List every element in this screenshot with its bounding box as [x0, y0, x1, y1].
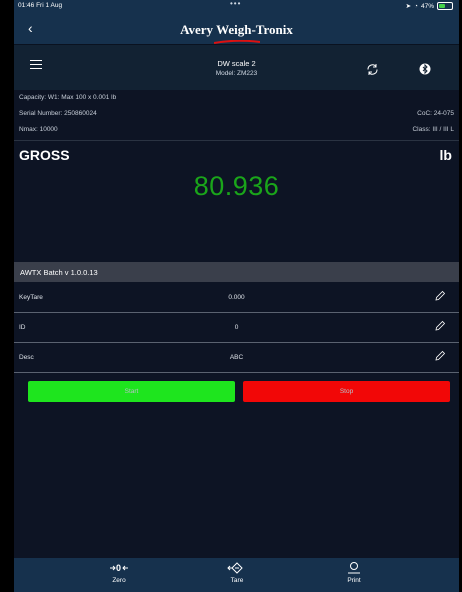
scale-name: DW scale 2 [217, 59, 256, 68]
multitask-dots[interactable]: ••• [230, 0, 241, 8]
wifi-icon: ◔ [414, 2, 418, 10]
location-icon: ➤ [405, 3, 412, 10]
stop-button[interactable]: Stop [243, 381, 450, 402]
tare-label: Tare [230, 577, 244, 584]
brand-logo: Avery Weigh-Tronix [180, 22, 293, 37]
batch-title: AWTX Batch v 1.0.0.13 [20, 268, 98, 277]
status-right: ➤ ◔ 47% [406, 2, 453, 10]
coc-text: CoC: 24-075 [417, 110, 454, 117]
capacity-text: Capacity: W1: Max 100 x 0.001 lb [19, 94, 117, 101]
scale-model: Model: ZM223 [215, 70, 258, 77]
weight-unit: lb [439, 147, 452, 163]
field-row-desc: Desc ABC [14, 343, 459, 373]
zero-label: Zero [112, 577, 126, 584]
info-row-capacity: Capacity: W1: Max 100 x 0.001 lb [14, 90, 459, 106]
status-time: 01:46 Fri 1 Aug [18, 2, 63, 9]
nmax-text: Nmax: 10000 [19, 126, 58, 133]
edit-pencil-icon[interactable] [434, 320, 446, 332]
bluetooth-icon[interactable] [419, 63, 431, 75]
edit-pencil-icon[interactable] [434, 290, 446, 302]
svg-text:0: 0 [116, 563, 121, 573]
status-bar: 01:46 Fri 1 Aug ••• ➤ ◔ 47% [14, 0, 459, 18]
field-row-keytare: KeyTare 0.000 [14, 283, 459, 313]
weight-mode: GROSS [19, 147, 70, 163]
field-value: ABC [229, 354, 244, 361]
batch-header: AWTX Batch v 1.0.0.13 [14, 262, 459, 282]
tare-button[interactable]: Tare [207, 561, 267, 584]
zero-button[interactable]: 0 Zero [89, 561, 149, 584]
class-text: Class: III / III L [412, 126, 454, 133]
field-value: 0 [234, 324, 239, 331]
print-icon [324, 561, 384, 577]
bottom-toolbar: 0 Zero Tare Print [14, 558, 459, 592]
print-button[interactable]: Print [324, 561, 384, 584]
battery-icon [437, 2, 453, 10]
info-row-serial: Serial Number: 250860024 CoC: 24-075 [14, 106, 459, 122]
serial-text: Serial Number: 250860024 [19, 110, 97, 117]
refresh-icon[interactable] [366, 63, 379, 76]
start-button[interactable]: Start [28, 381, 235, 402]
print-label: Print [347, 577, 361, 584]
scale-header: DW scale 2 Model: ZM223 [14, 44, 459, 91]
battery-percent: 47% [420, 2, 434, 10]
field-row-id: ID 0 [14, 313, 459, 343]
info-row-nmax: Nmax: 10000 Class: III / III L [14, 122, 459, 138]
app-frame: 01:46 Fri 1 Aug ••• ➤ ◔ 47% ‹ Avery Weig… [14, 0, 459, 592]
field-value: 0.000 [228, 294, 245, 301]
tare-icon [207, 561, 267, 577]
weight-display: GROSS lb 80.936 [14, 140, 459, 263]
edit-pencil-icon[interactable] [434, 350, 446, 362]
scale-info: Capacity: W1: Max 100 x 0.001 lb Serial … [14, 90, 459, 140]
nav-bar: ‹ Avery Weigh-Tronix [14, 18, 459, 44]
zero-icon: 0 [89, 561, 149, 577]
weight-value: 80.936 [193, 171, 280, 201]
